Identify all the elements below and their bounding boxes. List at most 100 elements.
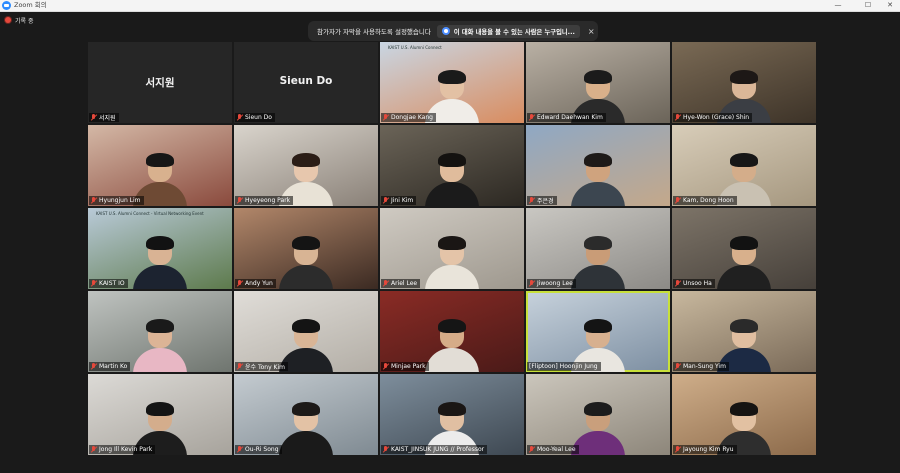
mic-muted-icon [91, 363, 96, 370]
participant-nameplate: Jong Ill Kevin Park [89, 445, 156, 454]
mic-muted-icon [237, 280, 242, 287]
participant-tile[interactable]: Minjae Park [380, 291, 524, 372]
participant-name: Andy Yun [245, 280, 273, 287]
participant-name: Edward Daehwan Kim [537, 114, 603, 121]
mic-muted-icon [237, 446, 242, 453]
participant-nameplate: Kam, Dong Hoon [673, 196, 737, 205]
participant-video [132, 316, 188, 372]
participant-video [570, 233, 626, 289]
participant-name: Man-Sung Yim [683, 363, 726, 370]
participant-tile[interactable]: Andy Yun [234, 208, 378, 289]
captions-visibility-link[interactable]: 이 대화 내용을 볼 수 있는 사람은 누구입니... [436, 24, 580, 38]
mic-muted-icon [237, 363, 242, 370]
mic-muted-icon [237, 197, 242, 204]
participant-name: Moo-Yeal Lee [537, 446, 576, 453]
participant-name: KAIST IO [99, 280, 125, 287]
participant-nameplate: 서지원 [89, 113, 119, 122]
mic-muted-icon [383, 280, 388, 287]
participant-nameplate: Martin Ko [89, 362, 131, 371]
captions-message: 참가자가 자막을 사용하도록 설정했습니다 [317, 28, 431, 36]
participant-tile[interactable]: Unsoo Ha [672, 208, 816, 289]
participant-nameplate: 윤수 Tony Kim [235, 362, 288, 371]
participant-tile[interactable]: KAIST_JINSUK JUNG // Professor [380, 374, 524, 455]
participant-name: Hyungjun Lim [99, 197, 141, 204]
participant-name: 서지원 [99, 115, 116, 122]
participant-name: Jong Ill Kevin Park [99, 446, 153, 453]
participant-tile[interactable]: Martin Ko [88, 291, 232, 372]
participant-name: Jiwoong Lee [537, 280, 573, 287]
participant-video [424, 150, 480, 206]
close-notification-button[interactable]: × [588, 27, 595, 36]
participant-nameplate: Hye-Won (Grace) Shin [673, 113, 753, 122]
mic-muted-icon [383, 197, 388, 204]
participant-nameplate: Jiwoong Lee [527, 279, 576, 288]
participant-nameplate: Sieun Do [235, 113, 275, 122]
participant-nameplate: Ariel Lee [381, 279, 421, 288]
participant-nameplate: Andy Yun [235, 279, 276, 288]
participant-tile[interactable]: Moo-Yeal Lee [526, 374, 670, 455]
close-window-button[interactable]: ✕ [878, 0, 900, 11]
participant-tile[interactable]: Jayoung Kim Ryu [672, 374, 816, 455]
participant-tile[interactable]: [Fliptoon] Hoonjin Jung [526, 291, 670, 372]
participant-tile[interactable]: Edward Daehwan Kim [526, 42, 670, 123]
participant-nameplate: Edward Daehwan Kim [527, 113, 606, 122]
participant-nameplate: Moo-Yeal Lee [527, 445, 579, 454]
participant-name: Sieun Do [245, 114, 272, 121]
participant-tile[interactable]: 윤수 Tony Kim [234, 291, 378, 372]
participant-nameplate: Jayoung Kim Ryu [673, 445, 737, 454]
participant-video [132, 233, 188, 289]
participant-video [278, 233, 334, 289]
participant-name: Kam, Dong Hoon [683, 197, 734, 204]
participant-video [424, 233, 480, 289]
minimize-button[interactable]: — [826, 0, 850, 11]
participant-tile[interactable]: Hyungjun Lim [88, 125, 232, 206]
participant-tile[interactable]: Ou-Ri Song [234, 374, 378, 455]
mic-muted-icon [675, 280, 680, 287]
participant-tile[interactable]: KAIST U.S. Alumni Connect - Virtual Netw… [88, 208, 232, 289]
event-banner-text: KAIST U.S. Alumni Connect [388, 45, 442, 50]
window-title: Zoom 회의 [14, 1, 47, 9]
participant-name: Jayoung Kim Ryu [683, 446, 734, 453]
participant-name: Ou-Ri Song [245, 446, 279, 453]
mic-muted-icon [383, 114, 388, 121]
participant-tile[interactable]: Ariel Lee [380, 208, 524, 289]
participant-tile[interactable]: 주은경 [526, 125, 670, 206]
participant-tile[interactable]: Jini Kim [380, 125, 524, 206]
mic-muted-icon [383, 363, 388, 370]
people-icon [441, 27, 450, 35]
participant-name: 윤수 Tony Kim [245, 364, 285, 371]
zoom-app-icon [2, 1, 11, 10]
participant-tile[interactable]: Hyeyeong Park [234, 125, 378, 206]
participant-name: Dongjae Kang [391, 114, 433, 121]
recording-indicator[interactable]: 기록 중 [5, 15, 33, 25]
participant-tile[interactable]: Jiwoong Lee [526, 208, 670, 289]
participant-video [570, 150, 626, 206]
participant-tile[interactable]: Sieun Do Sieun Do [234, 42, 378, 123]
participant-tile[interactable]: Hye-Won (Grace) Shin [672, 42, 816, 123]
participant-nameplate: Man-Sung Yim [673, 362, 729, 371]
participant-name: Unsoo Ha [683, 280, 712, 287]
mic-muted-icon [675, 446, 680, 453]
participant-name: Minjae Park [391, 363, 426, 370]
participant-tile[interactable]: KAIST U.S. Alumni Connect Dongjae Kang [380, 42, 524, 123]
participant-nameplate: Hyungjun Lim [89, 196, 144, 205]
window-titlebar: Zoom 회의 — ☐ ✕ [0, 0, 900, 12]
participant-name: Jini Kim [391, 197, 414, 204]
participant-name: Martin Ko [99, 363, 128, 370]
participant-display-name: Sieun Do [279, 75, 333, 87]
participant-nameplate: [Fliptoon] Hoonjin Jung [527, 362, 601, 371]
mic-muted-icon [237, 114, 242, 121]
participant-video [424, 316, 480, 372]
participant-video [278, 399, 334, 455]
participant-nameplate: Unsoo Ha [673, 279, 715, 288]
participant-tile[interactable]: Kam, Dong Hoon [672, 125, 816, 206]
participant-tile[interactable]: Jong Ill Kevin Park [88, 374, 232, 455]
mic-muted-icon [91, 114, 96, 121]
mic-muted-icon [91, 197, 96, 204]
participant-tile[interactable]: 서지원 서지원 [88, 42, 232, 123]
participant-tile[interactable]: Man-Sung Yim [672, 291, 816, 372]
maximize-button[interactable]: ☐ [856, 0, 880, 11]
participant-name: KAIST_JINSUK JUNG // Professor [391, 446, 485, 453]
mic-muted-icon [91, 446, 96, 453]
mic-muted-icon [529, 114, 534, 121]
